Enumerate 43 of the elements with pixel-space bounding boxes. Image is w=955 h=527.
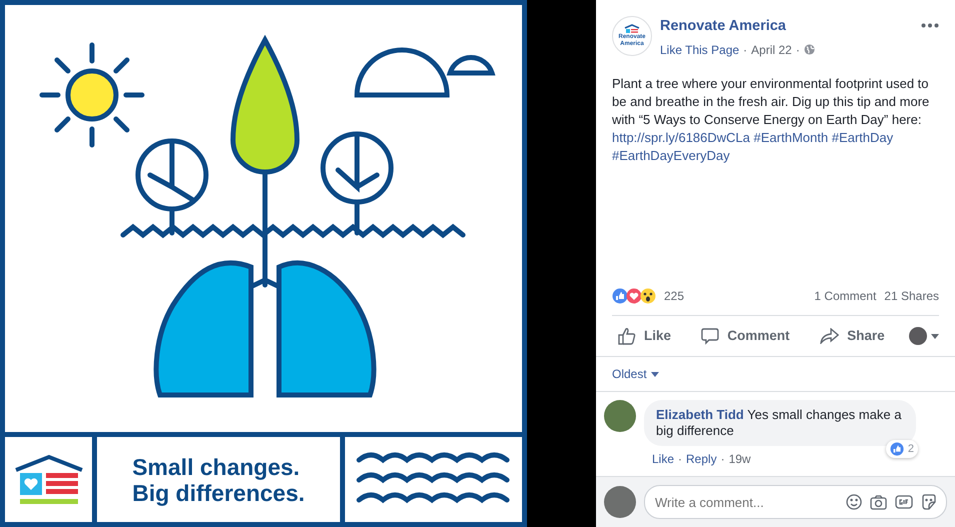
separator-dot: · — [796, 42, 800, 59]
separator-dot: · — [720, 451, 725, 468]
comment-reply-link[interactable]: Reply — [686, 450, 717, 468]
comment-sort-dropdown[interactable]: Oldest — [612, 365, 647, 383]
globe-icon — [804, 44, 815, 56]
emoji-icon[interactable] — [846, 494, 862, 510]
comment-text: Elizabeth Tidd Yes small changes make a big difference — [644, 400, 916, 446]
share-arrow-icon — [820, 328, 840, 344]
hashtag-link[interactable]: #EarthDay — [832, 130, 894, 145]
headline-text: Small changes. Big differences. — [132, 454, 305, 506]
comment-count[interactable]: 1 Comment — [814, 286, 876, 304]
more-options-icon[interactable] — [921, 23, 939, 28]
share-button[interactable]: Share — [814, 322, 891, 350]
like-button[interactable]: Like — [612, 322, 678, 350]
comment-like-link[interactable]: Like — [652, 450, 674, 468]
post-date[interactable]: April 22 — [751, 40, 792, 59]
caret-icon[interactable] — [650, 372, 659, 376]
sticker-icon[interactable] — [921, 494, 937, 510]
reaction-count[interactable]: 225 — [664, 286, 684, 304]
comment-input[interactable]: Write a comment... — [644, 485, 947, 519]
share-count[interactable]: 21 Shares — [884, 286, 939, 304]
url-link[interactable]: http://spr.ly/6186DwCLa — [612, 130, 750, 145]
house-flag-logo-icon — [14, 454, 84, 506]
profile-selector-avatar[interactable] — [908, 327, 927, 345]
user-avatar — [604, 486, 636, 518]
caret-icon[interactable] — [930, 334, 939, 338]
like-page-link[interactable]: Like This Page — [660, 40, 740, 59]
camera-icon[interactable] — [870, 494, 887, 510]
commenter-avatar[interactable] — [604, 400, 636, 432]
comment-button[interactable]: Comment — [695, 322, 796, 350]
thumbs-up-icon — [890, 442, 904, 456]
gif-icon[interactable] — [895, 495, 913, 509]
hashtag-link[interactable]: #EarthDayEveryDay — [612, 148, 730, 163]
separator-dot: · — [743, 42, 748, 59]
hashtag-link[interactable]: #EarthMonth — [754, 130, 828, 145]
commenter-name-link[interactable]: Elizabeth Tidd — [656, 407, 744, 422]
separator-dot: · — [678, 451, 682, 468]
speech-bubble-icon — [701, 327, 720, 345]
comment-age: 19w — [728, 451, 751, 468]
thumbs-up-icon — [618, 327, 636, 345]
page-name[interactable]: Renovate America — [660, 16, 913, 38]
house-flag-logo-icon — [624, 24, 640, 34]
post-text: Plant a tree where your environmental footprint used to be and breathe in the fresh air. Dig up this tip and more with “5 Ways to Conserve Energy on Earth Day” here: http://spr.ly/6186DwCLa #EarthMonth #EarthDay #EarthDayEveryDay — [611, 74, 930, 165]
